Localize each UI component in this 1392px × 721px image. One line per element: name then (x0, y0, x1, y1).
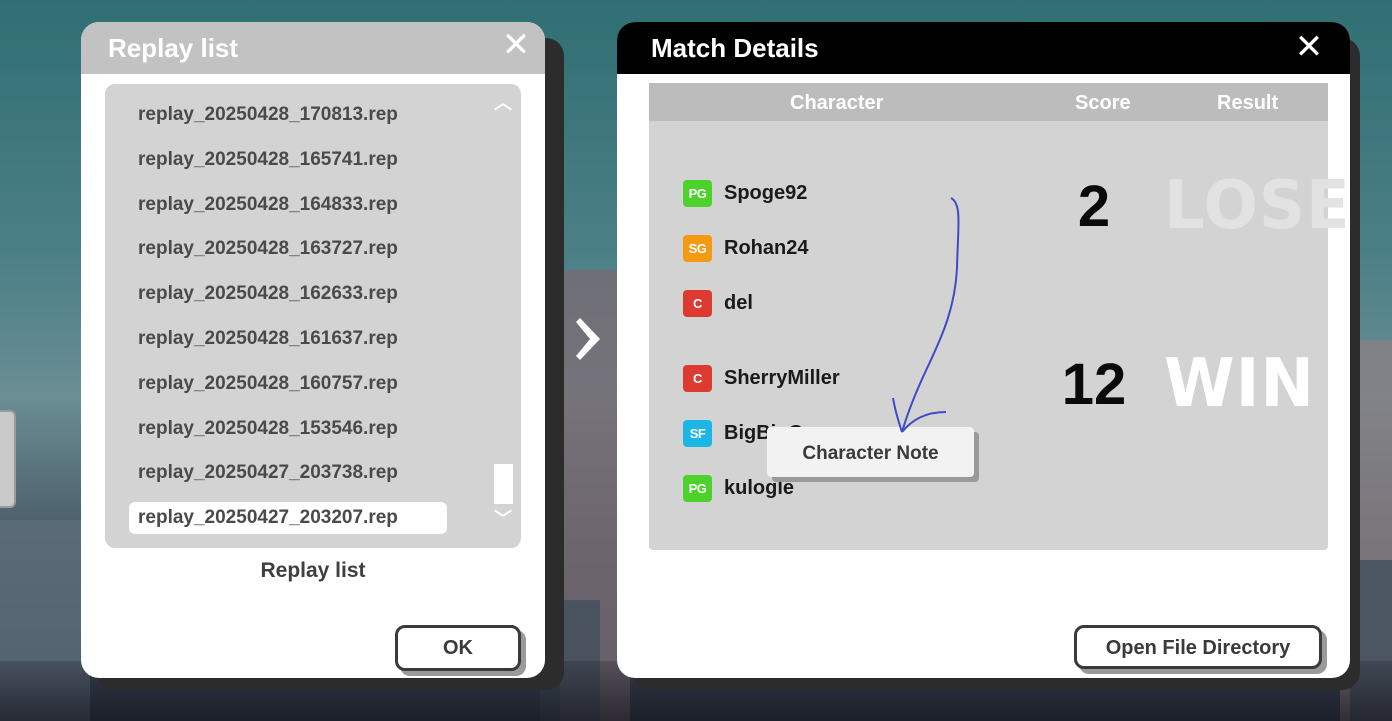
replay-panel-title: Replay list (108, 32, 239, 63)
replay-list[interactable]: ︿ replay_20250428_170813.rep replay_202504… (105, 84, 521, 548)
position-badge: SF (683, 419, 712, 447)
match-details-panel: Match Details ✕ Character Score Result P… (617, 22, 1350, 678)
player-name: Spoge92 (724, 181, 808, 204)
replay-list-item[interactable]: replay_20250427_203207.rep (129, 502, 447, 535)
replay-list-panel: Replay list ✕ ︿ replay_20250428_170813.re… (81, 22, 545, 678)
position-badge: C (683, 289, 712, 317)
player-row[interactable]: C SherryMiller (683, 364, 840, 392)
open-file-directory-button[interactable]: Open File Directory (1074, 625, 1322, 669)
match-table: Character Score Result PG Spoge92 SG Rohan2… (649, 83, 1350, 550)
character-note-tooltip: Character Note (767, 427, 974, 477)
column-character: Character (790, 92, 884, 114)
replay-list-caption: Replay list (260, 559, 366, 582)
replay-list-item[interactable]: replay_20250428_165741.rep (129, 144, 447, 176)
position-badge: PG (683, 179, 712, 207)
replay-list-item[interactable]: replay_20250428_162633.rep (129, 278, 447, 310)
scrollbar-thumb[interactable] (494, 464, 513, 504)
close-icon[interactable]: ✕ (1294, 30, 1324, 64)
team-result: WIN (1164, 345, 1315, 423)
player-row[interactable]: PG kulogle (683, 474, 794, 502)
replay-panel-header: Replay list ✕ (81, 22, 545, 74)
player-name: del (724, 291, 753, 314)
player-name: SherryMiller (724, 366, 840, 389)
player-row[interactable]: PG Spoge92 (683, 179, 807, 207)
replay-list-item[interactable]: replay_20250428_153546.rep (129, 413, 447, 445)
player-row[interactable]: Cdel (683, 289, 753, 317)
team-result: LOSE (1164, 167, 1350, 245)
chevron-up-icon[interactable]: ︿ (493, 94, 513, 112)
player-name: kulogle (724, 476, 795, 499)
replay-list-item[interactable]: replay_20250428_170813.rep (129, 99, 447, 131)
match-panel-header: Match Details ✕ (617, 22, 1350, 74)
table-header: Character Score Result (649, 83, 1328, 121)
replay-list-item[interactable]: replay_20250428_161637.rep (129, 323, 447, 355)
chevron-down-icon[interactable]: ﹀ (493, 510, 513, 528)
match-panel-title: Match Details (651, 32, 819, 63)
column-score: Score (1075, 92, 1131, 114)
side-tab[interactable] (0, 410, 16, 508)
position-badge: PG (683, 474, 712, 502)
team-score: 12 (1061, 352, 1127, 417)
position-badge: C (683, 364, 712, 392)
replay-list-item[interactable]: replay_20250428_160757.rep (129, 368, 447, 400)
player-name: Rohan24 (724, 236, 809, 259)
replay-list-item[interactable]: replay_20250428_163727.rep (129, 233, 447, 265)
player-row[interactable]: SG Rohan24 (683, 234, 808, 262)
close-icon[interactable]: ✕ (501, 28, 531, 62)
replay-list-item[interactable]: replay_20250428_164833.rep (129, 189, 447, 221)
ok-button[interactable]: OK (395, 625, 521, 671)
column-result: Result (1217, 92, 1279, 114)
position-badge: SG (683, 234, 712, 262)
team-score: 2 (1077, 174, 1111, 239)
replay-list-item[interactable]: replay_20250427_203738.rep (129, 457, 447, 489)
chevron-right-icon (576, 318, 600, 360)
